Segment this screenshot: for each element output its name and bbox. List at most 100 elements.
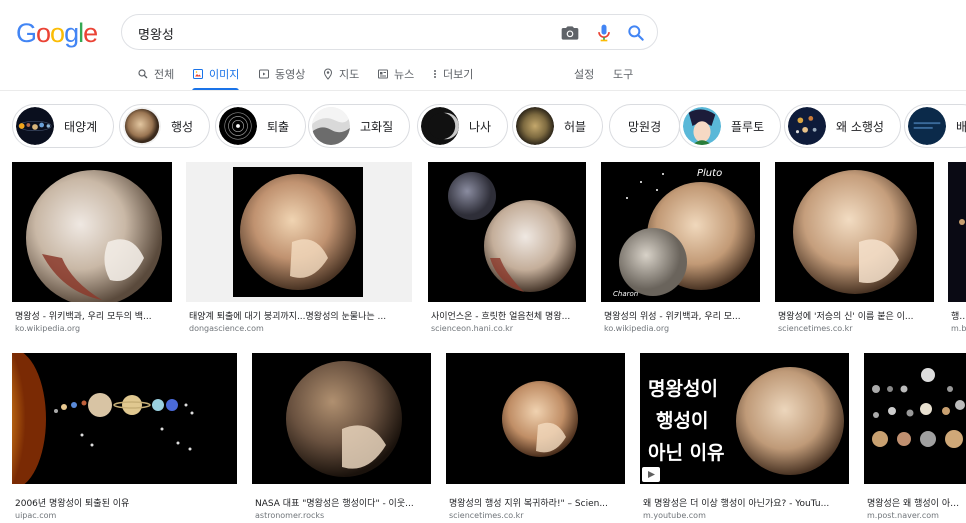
image-result[interactable]: 명왕성 - 위키백과, 우리 모두의 백... ko.wikipedia.org: [12, 162, 172, 334]
tab-more[interactable]: 더보기: [432, 66, 473, 82]
tab-images[interactable]: 이미지: [192, 66, 240, 91]
chip-label: 배: [956, 119, 966, 134]
result-image: [446, 353, 625, 484]
image-result[interactable]: 태양계 퇴출에 대기 붕괴까지...명왕성의 눈물나는 ... dongasci…: [186, 162, 412, 334]
chip-label: 태양계: [64, 119, 98, 134]
image-result[interactable]: 명왕성의 행성 지위 복귀하라!" – Scien... sciencetime…: [446, 353, 625, 521]
logo-letter: o: [50, 18, 65, 48]
chip-dwarf-planet[interactable]: 왜 소행성: [784, 104, 901, 148]
result-source: m.b: [951, 324, 966, 333]
search-icon[interactable]: [626, 23, 646, 43]
chip-more[interactable]: 배: [904, 104, 966, 148]
tab-videos[interactable]: 동영상: [258, 66, 305, 82]
chip-demotion[interactable]: 퇴출: [215, 104, 307, 148]
result-image: Pluto Charon: [601, 162, 760, 302]
tab-label: 이미지: [209, 68, 240, 81]
chip-planet[interactable]: 행성: [119, 104, 211, 148]
settings-label: 설정: [574, 68, 595, 81]
chip-solar-system[interactable]: 태양계: [12, 104, 115, 148]
result-title: 명왕성은 왜 행성이 아닌 이유: [867, 499, 966, 509]
settings-link[interactable]: 설정: [574, 66, 594, 82]
google-logo[interactable]: Google: [16, 18, 98, 49]
result-title: 명왕성의 위성 - 위키백과, 우리 모...: [604, 312, 741, 322]
chip-label: 퇴출: [267, 119, 290, 134]
image-result[interactable]: 명왕성은 왜 행성이 아닌 이유 m.post.naver.com: [864, 353, 966, 521]
result-source: astronomer.rocks: [255, 511, 325, 520]
chip-thumbnail: [123, 107, 161, 145]
related-searches-chips: 태양계 행성 퇴출 고화질 나사 허블 망원경 플루토 왜 소행성 배: [12, 104, 966, 150]
tab-label: 더보기: [443, 68, 474, 81]
camera-icon[interactable]: [560, 23, 580, 43]
result-title: 사이언스온 - 흐릿한 얼음천체 명왕...: [431, 312, 571, 322]
result-title: 행성: [951, 312, 966, 322]
result-title: 명왕성에 '저승의 신' 이름 붙은 이...: [778, 312, 914, 322]
chip-telescope[interactable]: 망원경: [609, 104, 681, 148]
result-title: 2006년 명왕성이 퇴출된 이유: [15, 499, 130, 509]
chip-label: 망원경: [628, 119, 662, 134]
chip-nasa[interactable]: 나사: [417, 104, 509, 148]
result-title: NASA 대표 "명왕성은 행성이다" - 이웃...: [255, 499, 414, 509]
logo-letter: g: [64, 18, 79, 48]
chip-label: 왜 소행성: [836, 119, 884, 134]
charon-label: Charon: [613, 290, 638, 298]
video-overlay-line: 아닌 이유: [648, 442, 725, 464]
result-source: m.post.naver.com: [867, 511, 939, 520]
chip-label: 플루토: [731, 119, 765, 134]
image-result[interactable]: NASA 대표 "명왕성은 행성이다" - 이웃... astronomer.r…: [252, 353, 431, 521]
tools-label: 도구: [613, 68, 634, 81]
header-divider: [0, 90, 966, 91]
result-source: uipac.com: [15, 511, 57, 520]
chip-thumbnail: [683, 107, 721, 145]
logo-letter: e: [83, 18, 98, 48]
search-tabs: 전체 이미지 동영상 지도 뉴스 더보기 설정 도구: [0, 60, 966, 91]
microphone-icon[interactable]: [594, 23, 614, 43]
tab-label: 전체: [154, 68, 175, 81]
tab-maps[interactable]: 지도: [322, 66, 359, 82]
result-source: ko.wikipedia.org: [15, 324, 81, 333]
chip-thumbnail: [312, 107, 350, 145]
pluto-label: Pluto: [697, 168, 722, 179]
video-icon: [259, 69, 269, 79]
result-source: scienceon.hani.co.kr: [431, 324, 514, 333]
chip-high-resolution[interactable]: 고화질: [308, 104, 411, 148]
tab-label: 지도: [339, 68, 360, 81]
chip-label: 행성: [171, 119, 194, 134]
tab-label: 뉴스: [394, 68, 415, 81]
image-result[interactable]: 행성 m.b: [948, 162, 966, 334]
logo-letter: o: [36, 18, 51, 48]
result-image: [428, 162, 586, 302]
result-source: sciencetimes.co.kr: [449, 511, 524, 520]
search-input[interactable]: 명왕성: [138, 24, 174, 43]
result-title: 명왕성 - 위키백과, 우리 모두의 백...: [15, 312, 152, 322]
result-image: [186, 162, 412, 302]
result-title: 태양계 퇴출에 대기 붕괴까지...명왕성의 눈물나는 ...: [189, 312, 387, 322]
result-source: m.youtube.com: [643, 511, 706, 520]
result-image: 명왕성이 행성이 아닌 이유: [640, 353, 849, 484]
result-title: 명왕성의 행성 지위 복귀하라!" – Scien...: [449, 499, 608, 509]
result-image: [252, 353, 431, 484]
image-result[interactable]: 명왕성에 '저승의 신' 이름 붙은 이... sciencetimes.co.…: [775, 162, 934, 334]
tools-link[interactable]: 도구: [613, 66, 633, 82]
video-overlay-line: 행성이: [656, 410, 708, 432]
tab-all[interactable]: 전체: [137, 66, 174, 82]
chip-label: 허블: [564, 119, 587, 134]
more-vert-icon: [434, 70, 436, 78]
logo-letter: G: [16, 18, 37, 48]
video-overlay-line: 명왕성이: [648, 378, 718, 400]
news-icon: [378, 69, 388, 79]
chip-hubble[interactable]: 허블: [512, 104, 604, 148]
chip-thumbnail: [16, 107, 54, 145]
chip-thumbnail: [219, 107, 257, 145]
chip-thumbnail: [908, 107, 946, 145]
image-result[interactable]: 사이언스온 - 흐릿한 얼음천체 명왕... scienceon.hani.co…: [428, 162, 586, 334]
map-pin-icon: [323, 68, 333, 80]
search-icon: [138, 69, 148, 79]
image-result[interactable]: 2006년 명왕성이 퇴출된 이유 uipac.com: [12, 353, 237, 521]
chip-thumbnail: [788, 107, 826, 145]
search-box[interactable]: 명왕성: [121, 14, 658, 50]
chip-pluto[interactable]: 플루토: [679, 104, 782, 148]
chip-label: 고화질: [360, 119, 394, 134]
image-result[interactable]: Pluto Charon 명왕성의 위성 - 위키백과, 우리 모... ko.…: [601, 162, 760, 334]
video-result[interactable]: 명왕성이 행성이 아닌 이유 왜 명왕성은 더 이상 행성이 아닌가요? - Y…: [640, 353, 849, 521]
tab-news[interactable]: 뉴스: [377, 66, 414, 82]
